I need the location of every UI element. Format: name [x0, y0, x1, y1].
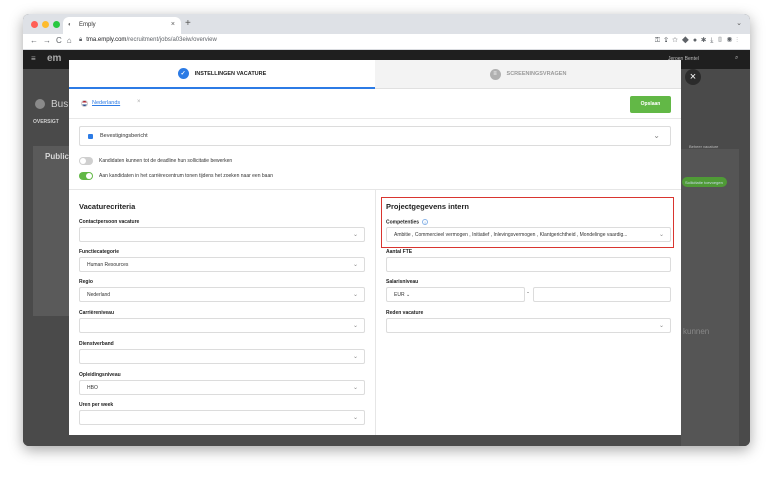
step-vacancy-settings[interactable]: ✓ INSTELLINGEN VACATURE — [69, 60, 375, 89]
chevron-down-icon: ⌄ — [352, 385, 358, 391]
region-select[interactable]: Nederland ⌄ — [79, 287, 365, 302]
questions-icon: ≡ — [489, 68, 501, 80]
salary-from-input[interactable]: EUR ⌄ — [386, 287, 525, 302]
vacancy-reason-select[interactable]: ⌄ — [386, 318, 671, 333]
avatar — [35, 99, 45, 110]
tab-search-icon[interactable]: ⌄ — [736, 19, 742, 27]
edit-until-deadline-toggle[interactable] — [79, 157, 93, 165]
address-bar: ←→C⌂ 🔒︎ tma.emply.com/recruitment/jobs/a0… — [23, 34, 750, 50]
back-icon[interactable]: ← — [30, 36, 43, 45]
currency-select[interactable]: EUR ⌄ — [394, 292, 410, 298]
step-label: INSTELLINGEN VACATURE — [194, 70, 267, 77]
settings-icon: ✓ — [177, 68, 189, 79]
toggle-label: Kandidaten kunnen tot de deadline hun so… — [99, 158, 233, 164]
message-icon — [88, 134, 93, 139]
employment-type-select[interactable]: ⌄ — [79, 349, 365, 364]
chevron-down-icon: ⌄ — [352, 323, 358, 329]
profile-avatar-icon[interactable]: ◉ — [727, 37, 737, 44]
field-label: Contactpersoon vacature — [79, 219, 140, 225]
forward-icon[interactable]: → — [43, 36, 56, 45]
step-label: SCREENINGSVRAGEN — [506, 71, 567, 77]
chevron-down-icon: ⌄ — [352, 292, 358, 298]
highlight-box — [381, 197, 674, 248]
chevron-down-icon: ⌄ — [352, 415, 358, 421]
bookmark-star-icon[interactable]: ☆ — [672, 37, 682, 44]
field-label: Uren per week — [79, 402, 114, 408]
tab-title: Emply — [79, 22, 96, 28]
education-level-select[interactable]: HBO ⌄ — [79, 380, 365, 395]
field-label: Reden vacature — [386, 310, 424, 316]
share-icon[interactable]: ⇪ — [664, 37, 672, 44]
url-field[interactable]: 🔒︎ tma.emply.com/recruitment/jobs/a03eiw/… — [79, 37, 217, 44]
salary-to-input[interactable] — [533, 287, 671, 302]
job-category-select[interactable]: Human Resources ⌄ — [79, 257, 365, 272]
save-button[interactable]: Opslaan — [630, 96, 671, 113]
toggle-label: Aan kandidaten in het carrièrecentrum to… — [99, 173, 274, 179]
contact-person-select[interactable]: ⌄ — [79, 227, 365, 242]
background-page-title: Bus — [35, 99, 68, 110]
extension-icon[interactable]: ◆ — [682, 37, 693, 44]
navigation-buttons: ←→C⌂ — [30, 36, 77, 45]
tab-close-icon[interactable]: × — [171, 21, 175, 28]
language-link[interactable]: Nederlands — [92, 100, 120, 106]
key-icon[interactable]: ⚿ — [655, 37, 664, 44]
field-label: Regio — [79, 279, 93, 285]
minimize-window-button[interactable] — [42, 21, 49, 28]
field-label: Salarisniveau — [386, 279, 419, 285]
extension-icon[interactable]: ● — [693, 37, 701, 44]
divider — [375, 189, 376, 435]
maximize-window-button[interactable] — [53, 21, 60, 28]
home-icon[interactable]: ⌂ — [67, 36, 77, 45]
background-right-panel — [681, 149, 739, 446]
browser-tab[interactable]: ◐ Emply × — [63, 17, 181, 34]
tab-overview[interactable]: OVERSIGT — [33, 119, 59, 125]
extension-icons: ⚿⇪☆◆●✱⤓▯◉⋮ — [655, 37, 742, 45]
menu-dots-icon[interactable]: ⋮ — [736, 37, 742, 44]
tab-strip: ◐ Emply × + ⌄ — [23, 14, 750, 34]
confirmation-message-dropdown[interactable]: Bevestigingsbericht ⌄ — [79, 126, 671, 146]
dutch-flag-icon — [81, 100, 88, 107]
background-text: kunnen — [683, 327, 710, 336]
lock-icon: 🔒︎ — [79, 37, 83, 43]
career-level-select[interactable]: ⌄ — [79, 318, 365, 333]
close-window-button[interactable] — [31, 21, 38, 28]
close-modal-button[interactable]: × — [685, 69, 701, 85]
show-in-career-center-toggle[interactable] — [79, 172, 93, 180]
field-label: Aantal FTE — [386, 249, 413, 255]
chevron-down-icon: ⌄ — [352, 262, 358, 268]
new-tab-button[interactable]: + — [185, 18, 191, 29]
manage-vacancy-link[interactable]: Beheer vacature — [689, 144, 718, 149]
search-icon[interactable]: ⌕ — [735, 55, 738, 62]
add-application-button[interactable]: Sollicitatie toevoegen — [682, 177, 727, 187]
step-screening-questions[interactable]: ≡ SCREENINGSVRAGEN — [375, 60, 681, 89]
stepper: ✓ INSTELLINGEN VACATURE ≡ SCREENINGSVRAG… — [69, 60, 681, 89]
url-path: /recruitment/jobs/a03eiw/overview — [126, 37, 217, 43]
url-host: tma.emply.com — [86, 37, 127, 43]
fte-input[interactable] — [386, 257, 671, 272]
sidebar-icon[interactable]: ▯ — [717, 37, 726, 44]
salary-separator: - — [527, 290, 529, 296]
confirmation-message-label: Bevestigingsbericht — [100, 133, 148, 139]
hours-per-week-select[interactable]: ⌄ — [79, 410, 365, 425]
field-label: Opleidingsniveau — [79, 372, 121, 378]
chevron-down-icon: ⌄ — [352, 354, 358, 360]
language-row: Nederlands × Opslaan — [69, 89, 681, 119]
field-label: Dienstverband — [79, 341, 114, 347]
hamburger-menu-icon[interactable]: ≡ — [31, 54, 36, 63]
puzzle-icon[interactable]: ✱ — [701, 37, 710, 44]
chevron-down-icon: ⌄ — [352, 232, 358, 238]
chevron-down-icon: ⌄ — [653, 131, 660, 140]
vacancy-criteria-title: Vacaturecriteria — [79, 202, 136, 211]
reload-icon[interactable]: C — [56, 36, 67, 45]
app-logo: em — [47, 53, 62, 64]
field-label: Carrièreniveau — [79, 310, 115, 316]
window-controls — [31, 21, 60, 28]
chevron-down-icon: ⌄ — [658, 323, 664, 329]
favicon-icon: ◐ — [68, 22, 72, 28]
remove-language-icon[interactable]: × — [137, 99, 141, 105]
field-label: Functiecategorie — [79, 249, 120, 255]
